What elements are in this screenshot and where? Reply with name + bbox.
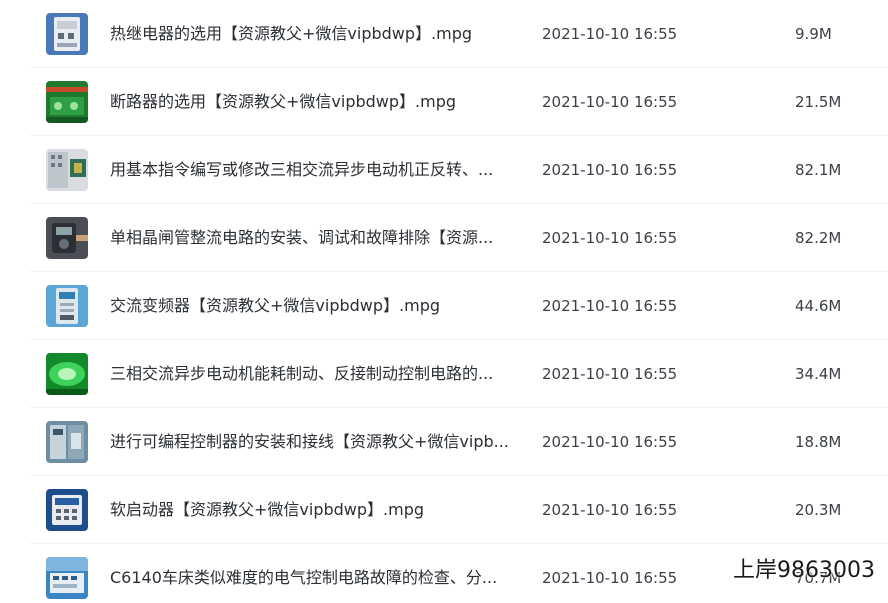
circuit-board-thumbnail-icon — [46, 353, 88, 395]
file-size: 82.1M — [795, 161, 842, 179]
file-row[interactable]: 交流变频器【资源教父+微信vipbdwp】.mpg 2021-10-10 16:… — [30, 272, 888, 340]
file-row[interactable]: 断路器的选用【资源教父+微信vipbdwp】.mpg 2021-10-10 16… — [30, 68, 888, 136]
file-name[interactable]: 热继电器的选用【资源教父+微信vipbdwp】.mpg — [110, 0, 520, 68]
file-date: 2021-10-10 16:55 — [542, 297, 678, 315]
file-date: 2021-10-10 16:55 — [542, 25, 678, 43]
file-date: 2021-10-10 16:55 — [542, 365, 678, 383]
file-size: 44.6M — [795, 297, 842, 315]
file-name[interactable]: 交流变频器【资源教父+微信vipbdwp】.mpg — [110, 272, 520, 340]
file-name[interactable]: 进行可编程控制器的安装和接线【资源教父+微信vipb... — [110, 408, 520, 476]
file-size: 18.8M — [795, 433, 842, 451]
file-size: 21.5M — [795, 93, 842, 111]
file-row[interactable]: 进行可编程控制器的安装和接线【资源教父+微信vipb... 2021-10-10… — [30, 408, 888, 476]
watermark-text: 上岸9863003 — [733, 558, 875, 583]
file-date: 2021-10-10 16:55 — [542, 433, 678, 451]
file-size: 82.2M — [795, 229, 842, 247]
circuit-breaker-thumbnail-icon — [46, 81, 88, 123]
file-list: 热继电器的选用【资源教父+微信vipbdwp】.mpg 2021-10-10 1… — [0, 0, 888, 603]
cabinet-thumbnail-icon — [46, 421, 88, 463]
file-size: 20.3M — [795, 501, 842, 519]
file-name[interactable]: 软启动器【资源教父+微信vipbdwp】.mpg — [110, 476, 520, 544]
file-date: 2021-10-10 16:55 — [542, 93, 678, 111]
plc-panel-thumbnail-icon — [46, 149, 88, 191]
file-date: 2021-10-10 16:55 — [542, 229, 678, 247]
inverter-thumbnail-icon — [46, 285, 88, 327]
file-date: 2021-10-10 16:55 — [542, 161, 678, 179]
file-date: 2021-10-10 16:55 — [542, 569, 678, 587]
relay-thumbnail-icon — [46, 13, 88, 55]
file-name[interactable]: C6140车床类似难度的电气控制电路故障的检查、分... — [110, 544, 520, 603]
file-row[interactable]: 热继电器的选用【资源教父+微信vipbdwp】.mpg 2021-10-10 1… — [30, 0, 888, 68]
file-name[interactable]: 用基本指令编写或修改三相交流异步电动机正反转、... — [110, 136, 520, 204]
file-size: 34.4M — [795, 365, 842, 383]
lathe-panel-thumbnail-icon — [46, 557, 88, 599]
file-row[interactable]: 单相晶闸管整流电路的安装、调试和故障排除【资源... 2021-10-10 16… — [30, 204, 888, 272]
file-name[interactable]: 单相晶闸管整流电路的安装、调试和故障排除【资源... — [110, 204, 520, 272]
file-row[interactable]: 三相交流异步电动机能耗制动、反接制动控制电路的... 2021-10-10 16… — [30, 340, 888, 408]
file-name[interactable]: 三相交流异步电动机能耗制动、反接制动控制电路的... — [110, 340, 520, 408]
file-date: 2021-10-10 16:55 — [542, 501, 678, 519]
file-name[interactable]: 断路器的选用【资源教父+微信vipbdwp】.mpg — [110, 68, 520, 136]
file-row[interactable]: 用基本指令编写或修改三相交流异步电动机正反转、... 2021-10-10 16… — [30, 136, 888, 204]
multimeter-thumbnail-icon — [46, 217, 88, 259]
file-size: 9.9M — [795, 25, 832, 43]
file-row[interactable]: 软启动器【资源教父+微信vipbdwp】.mpg 2021-10-10 16:5… — [30, 476, 888, 544]
soft-starter-thumbnail-icon — [46, 489, 88, 531]
